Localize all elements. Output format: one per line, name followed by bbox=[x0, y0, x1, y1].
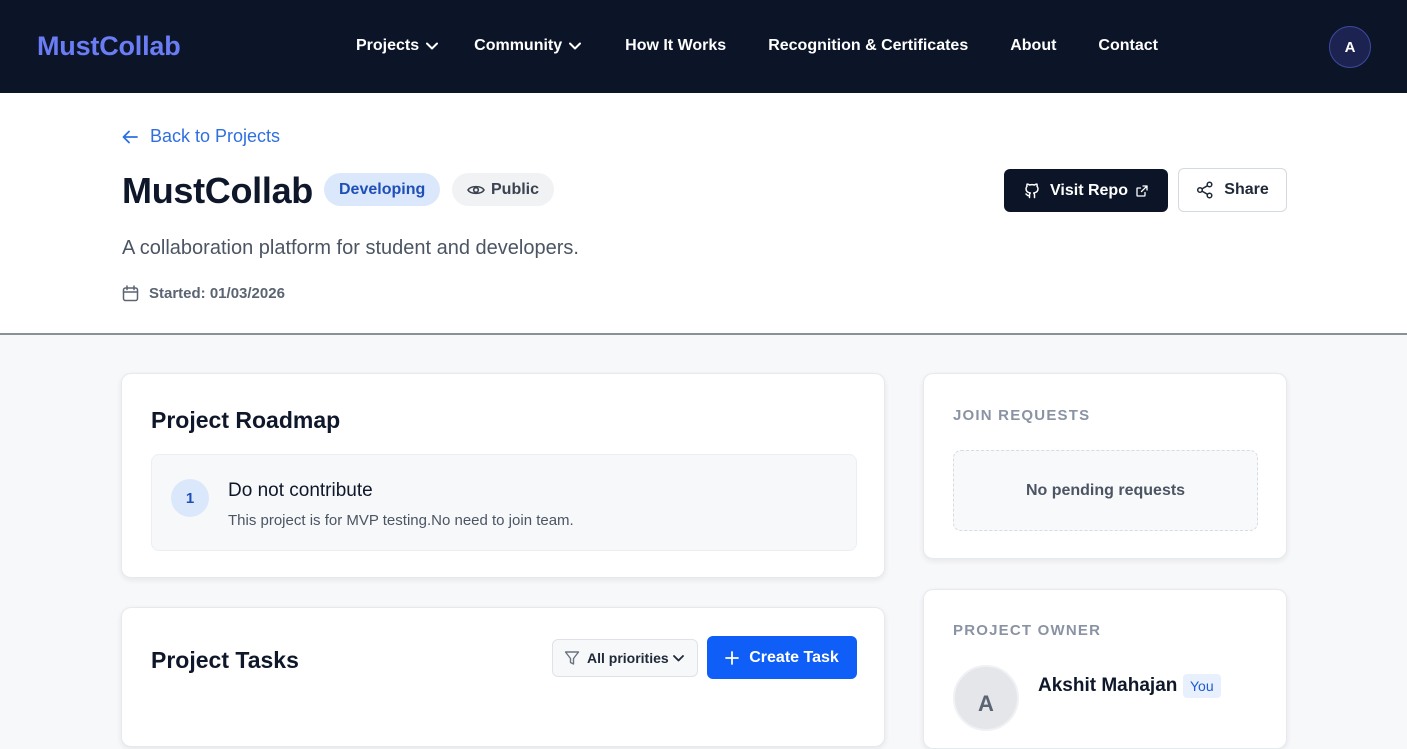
roadmap-step-description: This project is for MVP testing.No need … bbox=[228, 512, 574, 529]
create-task-button[interactable]: Create Task bbox=[707, 636, 857, 679]
external-link-icon bbox=[1136, 184, 1148, 197]
nav-contact[interactable]: Contact bbox=[1098, 37, 1158, 55]
tasks-title: Project Tasks bbox=[151, 647, 299, 673]
nav-recognition[interactable]: Recognition & Certificates bbox=[768, 37, 968, 55]
visit-repo-label: Visit Repo bbox=[1050, 181, 1128, 199]
roadmap-item: 1 Do not contribute This project is for … bbox=[151, 454, 857, 551]
back-to-projects-link[interactable]: Back to Projects bbox=[122, 126, 280, 147]
tasks-card: Project Tasks All priorities Create Task bbox=[121, 607, 885, 747]
project-title: MustCollab bbox=[122, 170, 313, 211]
calendar-icon bbox=[122, 285, 139, 302]
you-badge: You bbox=[1183, 674, 1221, 698]
project-header: Back to Projects MustCollab Developing P… bbox=[0, 93, 1407, 335]
filter-icon bbox=[564, 651, 580, 665]
roadmap-step-title: Do not contribute bbox=[228, 480, 373, 501]
nav-links: Projects Community How It Works Recognit… bbox=[356, 37, 1158, 55]
roadmap-step-number: 1 bbox=[171, 479, 209, 517]
share-button[interactable]: Share bbox=[1178, 168, 1287, 212]
github-icon bbox=[1025, 183, 1039, 199]
roadmap-card: Project Roadmap 1 Do not contribute This… bbox=[121, 373, 885, 578]
top-navbar: MustCollab Projects Community How It Wor… bbox=[0, 0, 1407, 93]
status-badge: Developing bbox=[324, 173, 441, 206]
join-requests-label: JOIN REQUESTS bbox=[953, 407, 1091, 424]
owner-name[interactable]: Akshit Mahajan bbox=[1038, 675, 1177, 697]
project-owner-card: PROJECT OWNER A Akshit Mahajan You bbox=[923, 589, 1287, 749]
nav-projects[interactable]: Projects bbox=[356, 37, 439, 55]
back-label: Back to Projects bbox=[150, 126, 281, 146]
priority-filter-select[interactable]: All priorities bbox=[552, 639, 698, 677]
nav-about[interactable]: About bbox=[1010, 37, 1056, 55]
chevron-down-icon bbox=[672, 654, 684, 661]
join-requests-empty-state: No pending requests bbox=[953, 450, 1258, 531]
share-icon bbox=[1197, 181, 1213, 199]
plus-icon bbox=[725, 650, 740, 665]
priority-filter-value: All priorities bbox=[587, 650, 669, 666]
user-avatar[interactable]: A bbox=[1329, 26, 1371, 68]
project-owner-label: PROJECT OWNER bbox=[953, 622, 1102, 639]
visibility-badge: Public bbox=[452, 173, 555, 206]
roadmap-title: Project Roadmap bbox=[151, 407, 341, 433]
share-label: Share bbox=[1224, 181, 1269, 198]
eye-icon bbox=[467, 185, 485, 194]
nav-how-it-works[interactable]: How It Works bbox=[625, 37, 726, 55]
arrow-left-icon bbox=[122, 130, 138, 143]
join-requests-card: JOIN REQUESTS No pending requests bbox=[923, 373, 1287, 559]
create-task-label: Create Task bbox=[749, 648, 839, 666]
chevron-down-icon bbox=[426, 42, 439, 50]
visibility-label: Public bbox=[491, 180, 540, 198]
chevron-down-icon bbox=[569, 42, 582, 50]
project-description: A collaboration platform for student and… bbox=[122, 237, 579, 259]
nav-projects-label: Projects bbox=[356, 37, 420, 54]
avatar: A bbox=[953, 665, 1019, 731]
brand-logo[interactable]: MustCollab bbox=[37, 31, 181, 62]
nav-community[interactable]: Community bbox=[474, 37, 582, 55]
started-date: Started: 01/03/2026 bbox=[122, 285, 285, 302]
started-label: Started: 01/03/2026 bbox=[149, 285, 285, 302]
visit-repo-button[interactable]: Visit Repo bbox=[1004, 169, 1168, 212]
nav-community-label: Community bbox=[474, 37, 563, 54]
